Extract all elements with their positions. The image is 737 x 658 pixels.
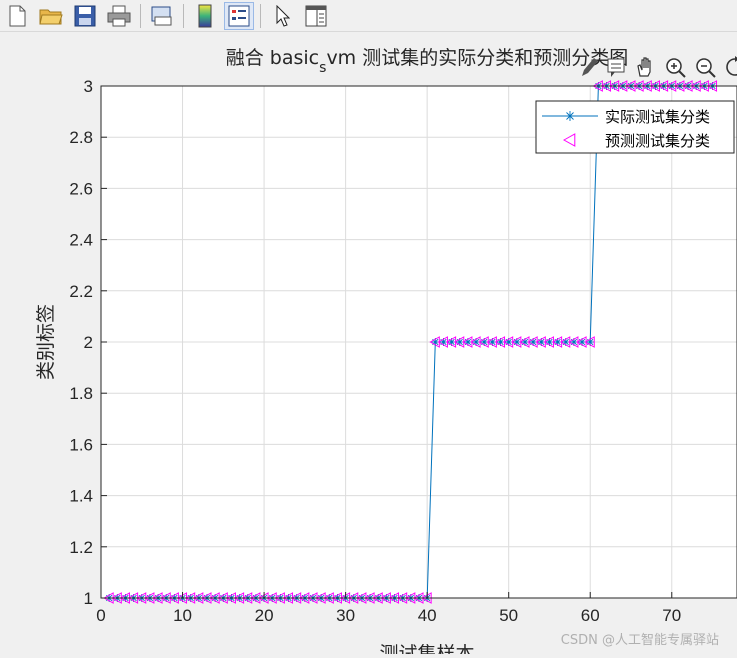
save-icon[interactable] xyxy=(70,2,100,30)
y-tick-label: 1.8 xyxy=(69,384,93,403)
toolbar-separator xyxy=(183,3,184,28)
y-tick-label: 3 xyxy=(84,77,93,96)
pointer-icon[interactable] xyxy=(267,2,297,30)
colorbar-icon[interactable] xyxy=(190,2,220,30)
y-tick-label: 2.6 xyxy=(69,179,93,198)
legend-predicted-label: 预测测试集分类 xyxy=(605,132,710,150)
y-tick-label: 1.4 xyxy=(69,487,93,506)
toolbar-separator xyxy=(260,3,261,28)
x-tick-label: 10 xyxy=(173,606,192,625)
x-tick-label: 60 xyxy=(581,606,600,625)
legend-asterisk xyxy=(565,111,575,121)
legend-actual-marker xyxy=(565,111,575,121)
chart[interactable]: 0 10 20 30 40 50 60 70 1 1.2 1.4 1.6 1.8 2 2.2 2.4 2.6 2… xyxy=(0,32,737,658)
y-tick-label: 2.4 xyxy=(69,231,93,250)
legend-actual-label: 实际测试集分类 xyxy=(605,108,710,126)
y-tick-label: 1.2 xyxy=(69,538,93,557)
figure-toolbar xyxy=(0,0,737,32)
x-tick-label: 0 xyxy=(96,606,105,625)
new-file-icon[interactable] xyxy=(2,2,32,30)
y-tick-label: 2 xyxy=(84,333,93,352)
title-subscript: s xyxy=(319,60,326,76)
legend-icon[interactable] xyxy=(224,1,254,30)
y-tick-label: 2.2 xyxy=(69,282,93,301)
x-tick-label: 20 xyxy=(255,606,274,625)
toolbar-separator xyxy=(140,3,141,28)
x-tick-label: 40 xyxy=(418,606,437,625)
x-tick-label: 70 xyxy=(662,606,681,625)
figure-canvas: 0 10 20 30 40 50 60 70 1 1.2 1.4 1.6 1.8 2 2.2 2.4 2.6 2… xyxy=(0,32,737,658)
y-tick-label: 1.6 xyxy=(69,435,93,454)
y-axis-label: 类别标签 xyxy=(35,304,57,380)
legend[interactable]: 实际测试集分类 预测测试集分类 xyxy=(535,100,735,154)
print-preview-icon[interactable] xyxy=(147,2,177,30)
print-icon[interactable] xyxy=(104,2,134,30)
x-axis-label: 测试集样本 xyxy=(379,643,474,654)
y-tick-label: 1 xyxy=(84,589,93,608)
x-tick-label: 30 xyxy=(336,606,355,625)
title-rest: vm 测试集的实际分类和预测分类图 xyxy=(326,47,628,69)
property-inspector-icon[interactable] xyxy=(301,2,331,30)
open-folder-icon[interactable] xyxy=(36,2,66,30)
title-main: 融合 basic xyxy=(226,47,319,69)
y-tick-label: 2.8 xyxy=(69,128,93,147)
x-tick-label: 50 xyxy=(499,606,518,625)
watermark: CSDN @人工智能专属驿站 xyxy=(560,633,719,648)
